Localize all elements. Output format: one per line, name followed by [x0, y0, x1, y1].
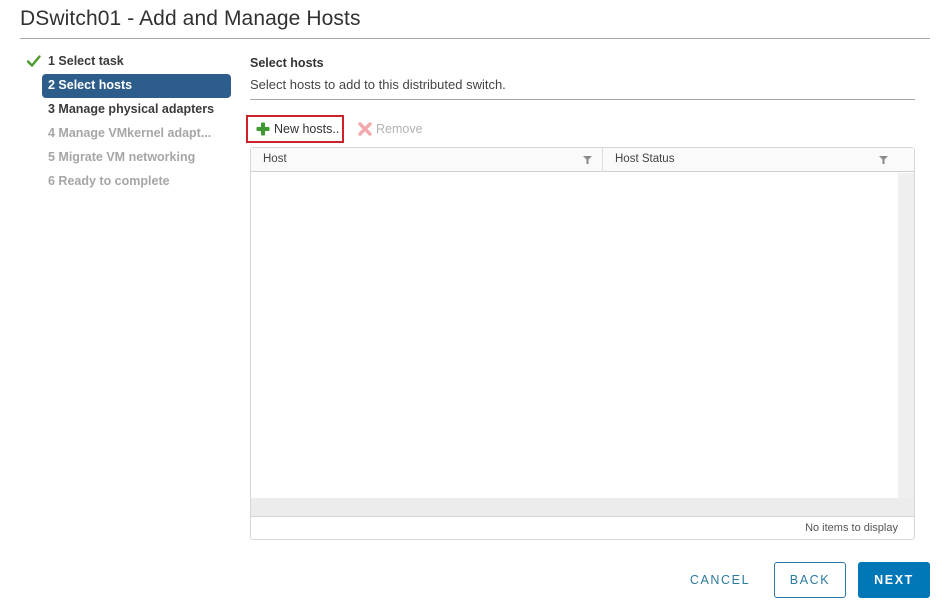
step-label: 3 Manage physical adapters: [48, 102, 215, 116]
grid-header: Host Host Status: [251, 148, 914, 172]
step-label: 2 Select hosts: [48, 78, 133, 92]
new-hosts-button[interactable]: New hosts..: [246, 115, 344, 143]
back-button[interactable]: BACK: [774, 562, 846, 598]
grid-footer-status: No items to display: [805, 522, 898, 534]
section-title: Select hosts: [250, 56, 324, 70]
section-description: Select hosts to add to this distributed …: [250, 77, 506, 92]
filter-icon[interactable]: [583, 156, 592, 164]
step-manage-physical-adapters[interactable]: 3 Manage physical adapters: [24, 98, 234, 122]
filter-icon[interactable]: [879, 156, 888, 164]
section-divider: [250, 99, 915, 100]
cancel-button[interactable]: CANCEL: [680, 562, 760, 598]
title-divider: [20, 38, 930, 39]
column-header-host-status[interactable]: Host Status: [603, 148, 914, 172]
x-icon: [358, 122, 372, 136]
step-select-task[interactable]: 1 Select task: [24, 50, 234, 74]
wizard-steps-nav: 1 Select task 2 Select hosts 3 Manage ph…: [24, 50, 234, 194]
check-icon: [26, 55, 41, 67]
vertical-scrollbar[interactable]: [898, 173, 914, 517]
next-button[interactable]: NEXT: [858, 562, 930, 598]
grid-body: [251, 173, 914, 517]
step-select-hosts[interactable]: 2 Select hosts: [42, 74, 231, 98]
remove-label: Remove: [376, 122, 423, 136]
step-label: 4 Manage VMkernel adapt...: [48, 126, 212, 140]
column-header-host[interactable]: Host: [251, 148, 603, 172]
hosts-grid: Host Host Status No items to display: [250, 147, 915, 540]
step-label: 5 Migrate VM networking: [48, 150, 196, 164]
horizontal-scrollbar[interactable]: [251, 498, 914, 517]
step-label: 1 Select task: [48, 54, 124, 68]
column-label: Host Status: [615, 153, 675, 165]
step-migrate-vm-networking: 5 Migrate VM networking: [24, 146, 234, 170]
wizard-title: DSwitch01 - Add and Manage Hosts: [20, 7, 361, 30]
new-hosts-label: New hosts..: [274, 122, 340, 136]
step-label: 6 Ready to complete: [48, 174, 170, 188]
plus-icon: [256, 122, 270, 136]
remove-button[interactable]: Remove: [358, 115, 423, 143]
step-ready-to-complete: 6 Ready to complete: [24, 170, 234, 194]
column-label: Host: [263, 153, 287, 165]
step-manage-vmkernel-adapters: 4 Manage VMkernel adapt...: [24, 122, 234, 146]
